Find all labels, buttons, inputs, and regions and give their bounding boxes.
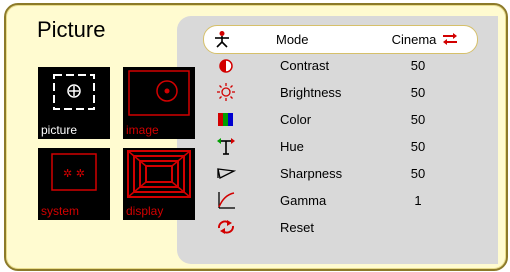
tile-picture[interactable]: picture [38,67,110,139]
tile-system[interactable]: ✲ ✲ system [38,148,110,220]
tile-label: picture [41,123,78,137]
hue-icon [217,138,235,155]
tile-image[interactable]: image [123,67,195,139]
page-title: Picture [37,17,106,42]
menu-value: 50 [410,112,426,127]
menu-value: 50 [410,139,426,154]
menu-label: Contrast [280,58,330,73]
menu-label: Mode [276,32,309,47]
tile-label: image [126,123,159,137]
tile-label: display [126,204,164,218]
menu-value: 50 [410,166,426,181]
menu-value: 50 [410,85,426,100]
menu-value: Cinema [391,32,437,47]
menu-row-contrast[interactable]: Contrast 50 [208,52,473,78]
contrast-icon [219,59,233,73]
svg-text:✲ ✲: ✲ ✲ [63,167,85,180]
tile-label: system [41,204,80,218]
mode-person-icon [215,31,229,48]
menu-row-hue[interactable]: Hue 50 [208,133,473,159]
menu-label: Hue [280,139,304,154]
menu-row-color[interactable]: Color 50 [208,106,473,132]
menu-value: 1 [414,193,422,208]
gamma-icon [218,192,235,209]
menu-label: Reset [280,220,314,235]
menu-row-gamma[interactable]: Gamma 1 [208,187,473,213]
menu-label: Gamma [280,193,327,208]
menu-row-reset[interactable]: Reset [208,214,473,240]
menu-label: Color [280,112,312,127]
color-icon [218,113,233,126]
menu-row-sharpness[interactable]: Sharpness 50 [208,160,473,186]
menu-row-brightness[interactable]: Brightness 50 [208,79,473,105]
menu-row-mode[interactable]: Mode Cinema [203,25,478,54]
brightness-icon [217,83,235,101]
menu-label: Brightness [280,85,342,100]
swap-arrows-icon[interactable] [442,32,458,46]
tile-display[interactable]: display [123,148,195,220]
menu-label: Sharpness [280,166,343,181]
menu-value: 50 [410,58,426,73]
reset-icon [218,220,234,234]
sharpness-icon [217,168,236,179]
